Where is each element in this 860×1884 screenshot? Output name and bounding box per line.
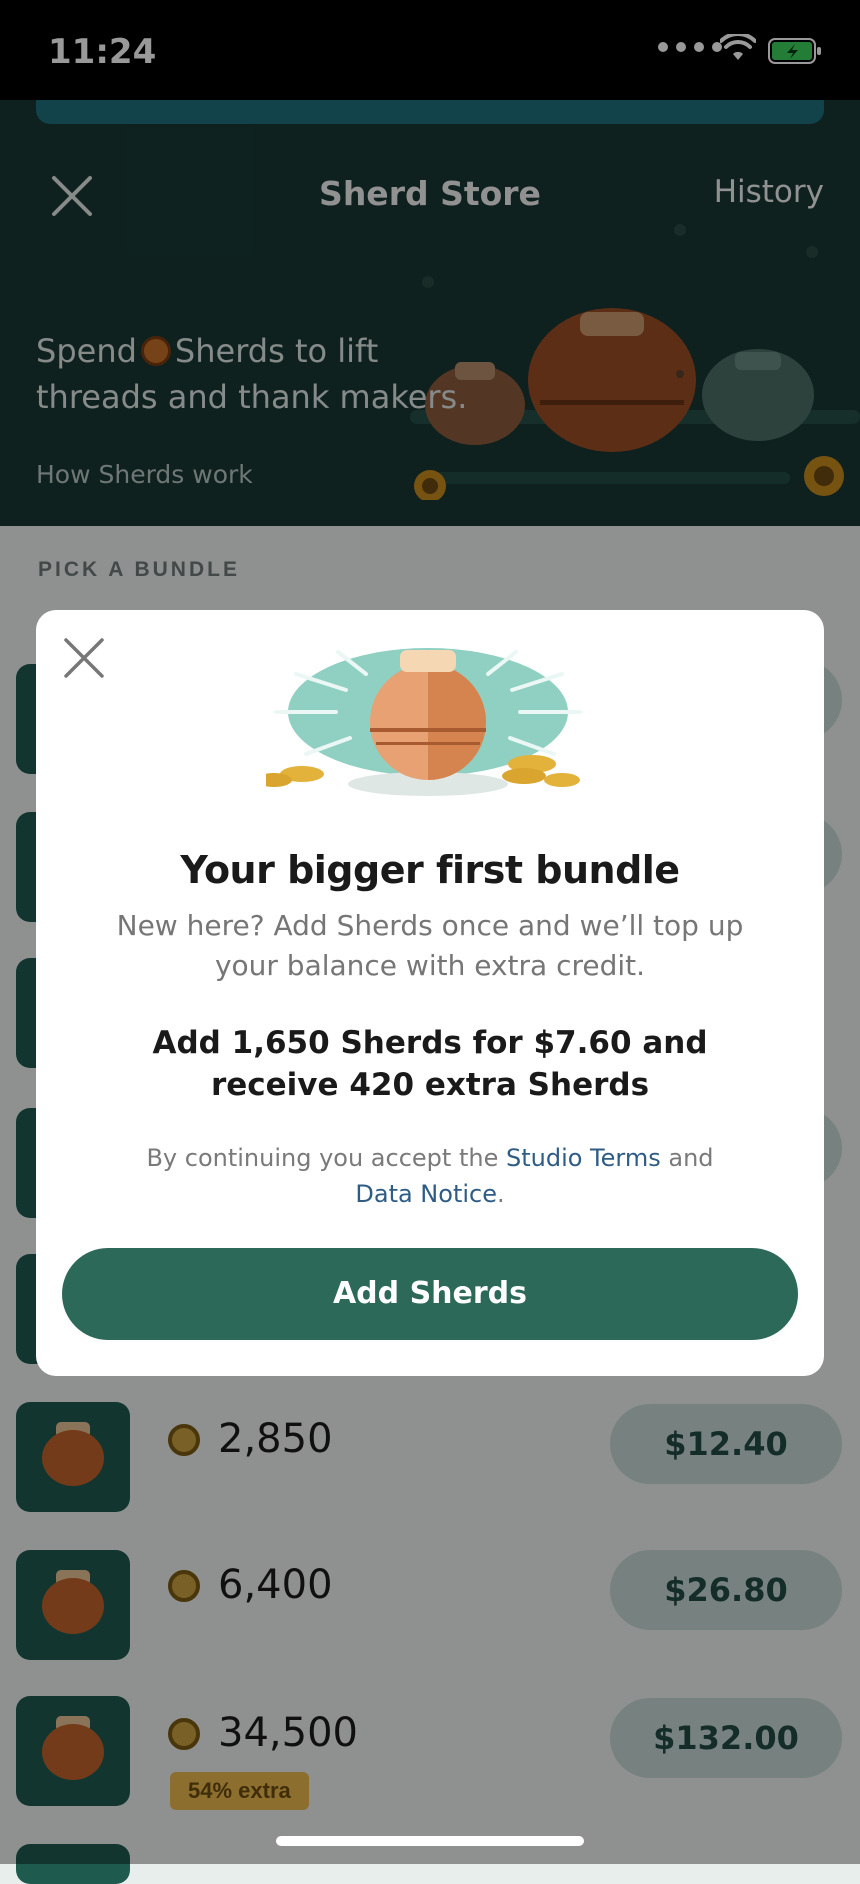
modal-title: Your bigger first bundle — [180, 848, 680, 892]
close-icon[interactable] — [60, 634, 108, 682]
home-indicator[interactable] — [276, 1836, 584, 1846]
studio-terms-link[interactable]: Studio Terms — [506, 1144, 661, 1172]
first-bundle-modal: Your bigger first bundle New here? Add S… — [36, 610, 824, 1376]
legal-text: By continuing you accept the Studio Term… — [86, 1140, 774, 1212]
legal-pre: By continuing you accept the — [146, 1144, 499, 1172]
jar-illustration — [266, 648, 582, 796]
legal-mid: and — [668, 1144, 714, 1172]
modal-subtitle: New here? Add Sherds once and we’ll top … — [116, 909, 744, 982]
data-notice-link[interactable]: Data Notice — [355, 1180, 497, 1208]
legal-end: . — [496, 1180, 505, 1208]
offer-text: Add 1,650 Sherds for $7.60 and receive 4… — [152, 1025, 708, 1103]
add-sherds-button[interactable]: Add Sherds — [62, 1248, 798, 1340]
